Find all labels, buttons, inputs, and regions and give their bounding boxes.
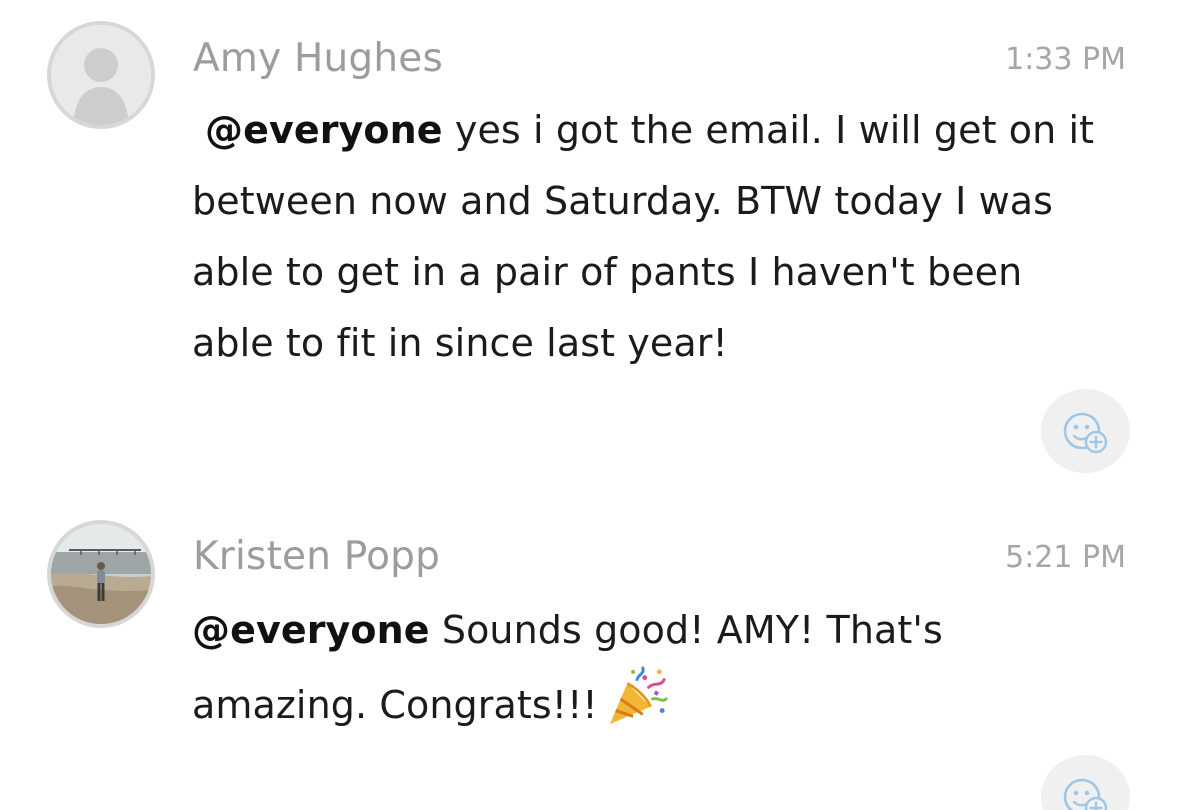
message-text: @everyone yes i got the email. I will ge…	[192, 95, 1112, 379]
default-person-avatar-icon	[51, 25, 151, 125]
avatar[interactable]	[47, 21, 155, 129]
add-reaction-button[interactable]	[1041, 389, 1130, 473]
message-thread: Amy Hughes 1:33 PM @everyone yes i got t…	[0, 0, 1179, 810]
message-text: @everyone Sounds good! AMY! That's amazi…	[192, 595, 1112, 741]
party-popper-icon	[606, 666, 668, 728]
avatar[interactable]	[47, 520, 155, 628]
message-timestamp: 5:21 PM	[1005, 540, 1126, 575]
add-reaction-icon	[1063, 412, 1108, 454]
message-timestamp: 1:33 PM	[1005, 42, 1126, 77]
mention-tag[interactable]: @everyone	[192, 608, 430, 652]
author-name[interactable]: Amy Hughes	[193, 36, 443, 81]
mention-tag[interactable]: @everyone	[205, 108, 443, 152]
author-name[interactable]: Kristen Popp	[193, 534, 440, 579]
add-reaction-button[interactable]	[1041, 755, 1130, 810]
add-reaction-icon	[1063, 778, 1108, 810]
beach-photo-avatar-icon	[51, 524, 151, 624]
